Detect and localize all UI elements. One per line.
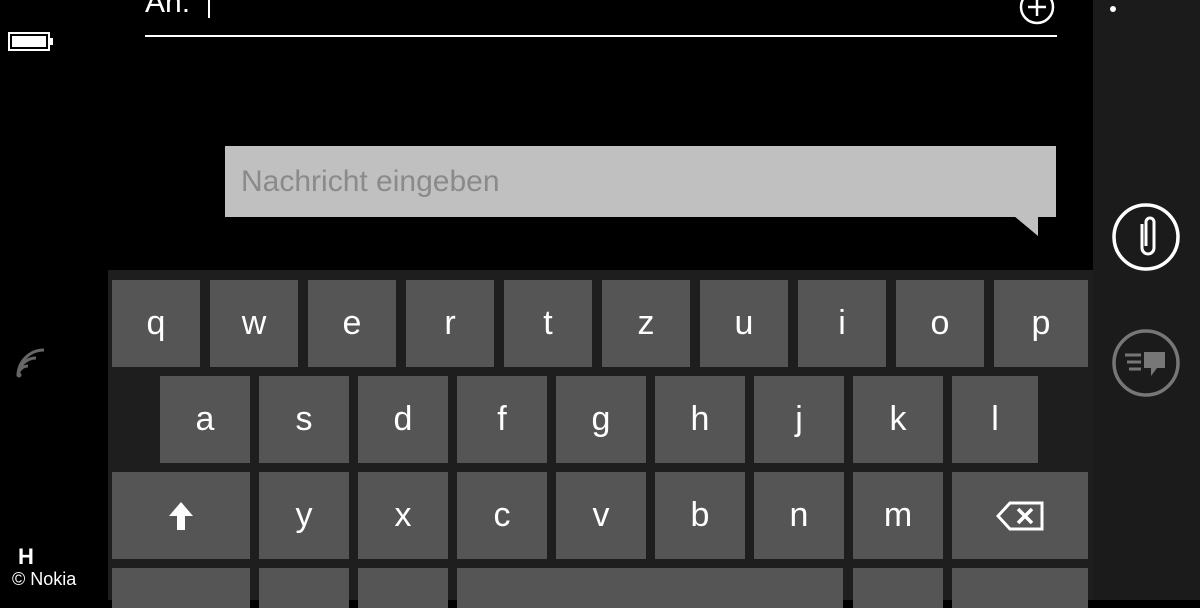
wifi-signal-icon bbox=[16, 348, 45, 378]
key-label: s bbox=[295, 400, 313, 438]
key-f[interactable]: f bbox=[457, 376, 547, 463]
key-d[interactable]: d bbox=[358, 376, 448, 463]
key-label: j bbox=[795, 400, 803, 438]
message-bubble-tail bbox=[1014, 216, 1038, 236]
recipient-input-underline[interactable] bbox=[145, 35, 1057, 37]
key-e[interactable]: e bbox=[308, 280, 396, 367]
copyright-watermark: © Nokia bbox=[12, 569, 77, 589]
recipient-label: An: bbox=[145, 0, 191, 19]
key-o[interactable]: o bbox=[896, 280, 984, 367]
key-label: x bbox=[394, 496, 412, 534]
shift-arrow-icon bbox=[169, 501, 193, 530]
key-label: b bbox=[690, 496, 710, 534]
space-key[interactable] bbox=[457, 568, 843, 608]
key-i[interactable]: i bbox=[798, 280, 886, 367]
key-s[interactable]: s bbox=[259, 376, 349, 463]
network-type-indicator: H bbox=[18, 544, 34, 569]
key-p[interactable]: p bbox=[994, 280, 1088, 367]
key-x[interactable]: x bbox=[358, 472, 448, 559]
add-circle-icon[interactable] bbox=[1018, 0, 1056, 26]
key-label: t bbox=[543, 304, 553, 342]
period-key[interactable] bbox=[853, 568, 943, 608]
comma-key[interactable] bbox=[358, 568, 448, 608]
key-label: p bbox=[1031, 304, 1051, 342]
key-label: k bbox=[889, 400, 907, 438]
numbers-symbols-key[interactable] bbox=[112, 568, 250, 608]
key-v[interactable]: v bbox=[556, 472, 646, 559]
key-u[interactable]: u bbox=[700, 280, 788, 367]
key-label: a bbox=[195, 400, 215, 438]
backspace-icon bbox=[996, 501, 1044, 530]
key-h[interactable]: h bbox=[655, 376, 745, 463]
key-label: u bbox=[734, 304, 754, 342]
key-g[interactable]: g bbox=[556, 376, 646, 463]
text-caret bbox=[208, 0, 210, 18]
key-label: d bbox=[393, 400, 413, 438]
key-label: r bbox=[444, 304, 456, 342]
key-l[interactable]: l bbox=[952, 376, 1038, 463]
key-label: v bbox=[592, 496, 610, 534]
key-r[interactable]: r bbox=[406, 280, 494, 367]
key-label: y bbox=[295, 496, 313, 534]
paperclip-icon[interactable] bbox=[1111, 202, 1181, 272]
key-q[interactable]: q bbox=[112, 280, 200, 367]
battery-icon bbox=[8, 32, 53, 51]
key-j[interactable]: j bbox=[754, 376, 844, 463]
key-label: i bbox=[838, 304, 846, 342]
voice-dictation-icon[interactable] bbox=[1111, 328, 1181, 398]
key-label: c bbox=[493, 496, 511, 534]
on-screen-keyboard: q w e r t z u i o p a s d f g h j k l y … bbox=[108, 270, 1093, 608]
shift-key[interactable] bbox=[112, 472, 250, 559]
key-a[interactable]: a bbox=[160, 376, 250, 463]
key-k[interactable]: k bbox=[853, 376, 943, 463]
key-label: l bbox=[991, 400, 999, 438]
key-c[interactable]: c bbox=[457, 472, 547, 559]
key-w[interactable]: w bbox=[210, 280, 298, 367]
key-label: z bbox=[637, 304, 655, 342]
key-label: o bbox=[930, 304, 950, 342]
enter-key[interactable] bbox=[952, 568, 1088, 608]
emoji-key[interactable] bbox=[259, 568, 349, 608]
key-label: g bbox=[591, 400, 611, 438]
key-label: f bbox=[497, 400, 507, 438]
key-z[interactable]: z bbox=[602, 280, 690, 367]
key-label: h bbox=[690, 400, 710, 438]
key-y[interactable]: y bbox=[259, 472, 349, 559]
key-label: n bbox=[789, 496, 809, 534]
message-input[interactable]: Nachricht eingeben bbox=[225, 146, 1056, 217]
key-label: q bbox=[146, 304, 166, 342]
key-label: w bbox=[241, 304, 267, 342]
key-m[interactable]: m bbox=[853, 472, 943, 559]
key-label: m bbox=[883, 496, 913, 534]
key-b[interactable]: b bbox=[655, 472, 745, 559]
backspace-key[interactable] bbox=[952, 472, 1088, 559]
key-t[interactable]: t bbox=[504, 280, 592, 367]
key-label: e bbox=[342, 304, 362, 342]
app-bar-more-dot[interactable] bbox=[1110, 6, 1116, 12]
app-bar bbox=[1093, 0, 1200, 600]
key-n[interactable]: n bbox=[754, 472, 844, 559]
